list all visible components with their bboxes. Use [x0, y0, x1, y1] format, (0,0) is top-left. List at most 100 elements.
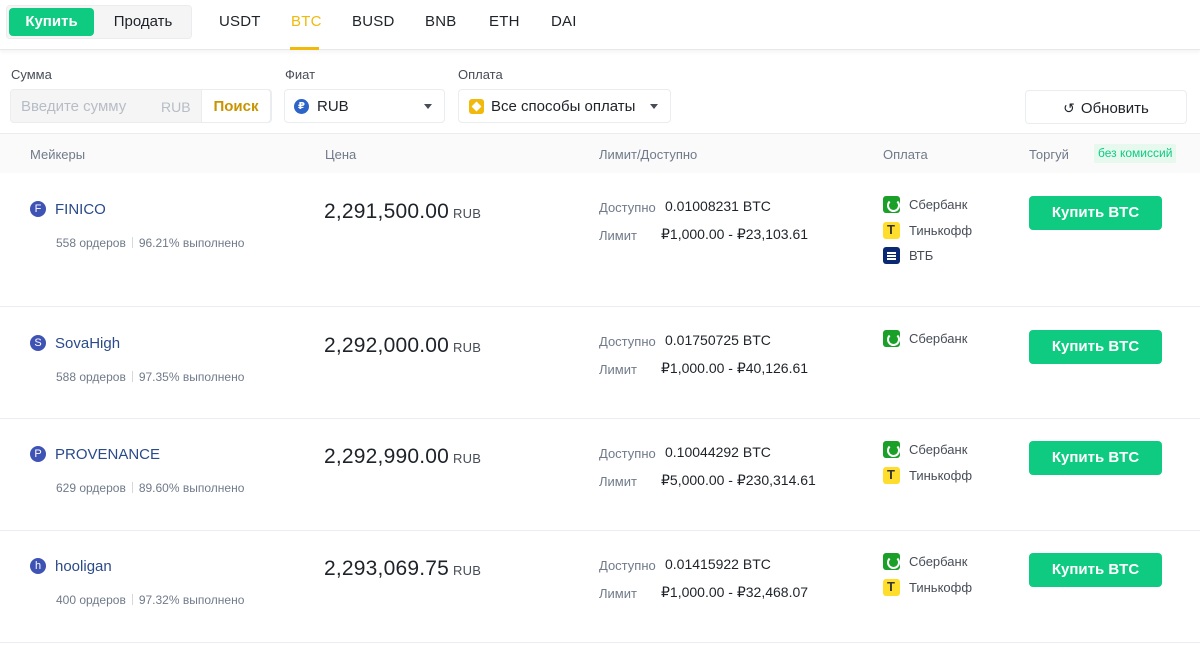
binance-icon: [469, 99, 484, 114]
buy-btc-button[interactable]: Купить BTC: [1029, 553, 1162, 587]
limit-label: Лимит: [599, 362, 637, 377]
order-count: 588 ордеров: [56, 370, 126, 384]
order-count: 400 ордеров: [56, 593, 126, 607]
tab-eth[interactable]: ETH: [489, 13, 520, 30]
header-price: Цена: [325, 147, 357, 162]
avatar: S: [30, 335, 46, 351]
chevron-down-icon: [650, 104, 658, 109]
maker-stats: 558 ордеров 96.21% выполнено: [56, 236, 244, 250]
zero-fee-badge: без комиссий: [1094, 144, 1177, 163]
header-limit: Лимит/Доступно: [599, 147, 698, 162]
refresh-label: Обновить: [1080, 100, 1149, 117]
payment-label: Оплата: [458, 67, 503, 82]
sell-toggle-button[interactable]: Продать: [97, 8, 189, 36]
price-value: 2,292,990.00: [324, 445, 450, 468]
price-value: 2,292,000.00: [324, 334, 450, 357]
available-label: Доступно: [599, 558, 656, 573]
buy-sell-toggle: Купить Продать: [6, 5, 192, 39]
price: 2,291,500.00 RUB: [324, 200, 481, 224]
order-count: 629 ордеров: [56, 481, 126, 495]
tab-usdt[interactable]: USDT: [219, 13, 261, 30]
table-row: h hooligan 400 ордеров 97.32% выполнено 2…: [0, 531, 1200, 643]
price-unit: RUB: [453, 563, 482, 578]
maker-name[interactable]: PROVENANCE: [55, 446, 160, 463]
maker-stats: 588 ордеров 97.35% выполнено: [56, 370, 244, 384]
maker-stats: 629 ордеров 89.60% выполнено: [56, 481, 244, 495]
order-count: 558 ордеров: [56, 236, 126, 250]
available-value: 0.01008231 BTC: [665, 198, 771, 214]
available-label: Доступно: [599, 334, 656, 349]
completion-rate: 96.21% выполнено: [138, 236, 245, 250]
sberbank-icon: [883, 330, 900, 347]
tab-bnb[interactable]: BNB: [425, 13, 456, 30]
tab-dai[interactable]: DAI: [551, 13, 577, 30]
table-row: S SovaHigh 588 ордеров 97.35% выполнено 2…: [0, 307, 1200, 419]
refresh-button[interactable]: ↺ Обновить: [1025, 90, 1187, 124]
price: 2,293,069.75 RUB: [324, 557, 481, 581]
available-label: Доступно: [599, 446, 656, 461]
completion-rate: 97.32% выполнено: [138, 593, 245, 607]
completion-rate: 89.60% выполнено: [138, 481, 245, 495]
price-unit: RUB: [453, 206, 482, 221]
fiat-label: Фиат: [285, 67, 316, 82]
limit-label: Лимит: [599, 228, 637, 243]
amount-field[interactable]: Введите сумму RUB Поиск: [10, 89, 272, 123]
amount-label: Сумма: [11, 67, 52, 82]
buy-btc-button[interactable]: Купить BTC: [1029, 196, 1162, 230]
filter-bar: Сумма Введите сумму RUB Поиск Фиат ₽ RUB…: [0, 51, 1200, 133]
limit-value: ₽1,000.00 - ₽32,468.07: [661, 584, 809, 600]
tab-busd[interactable]: BUSD: [352, 13, 394, 30]
available-label: Доступно: [599, 200, 656, 215]
tinkoff-icon: [883, 467, 900, 484]
payment-select[interactable]: Все способы оплаты: [458, 89, 671, 123]
payment-selected-value: Все способы оплаты: [491, 98, 636, 115]
fiat-selected-value: RUB: [317, 98, 349, 115]
amount-input[interactable]: Введите сумму: [21, 98, 126, 115]
amount-unit: RUB: [161, 99, 191, 115]
limit-value: ₽5,000.00 - ₽230,314.61: [661, 472, 816, 488]
header-trade: Торгуй: [1029, 147, 1069, 162]
available-value: 0.10044292 BTC: [665, 444, 771, 460]
vtb-icon: [883, 247, 900, 264]
tab-btc[interactable]: BTC: [291, 13, 322, 30]
avatar: F: [30, 201, 46, 217]
maker-name[interactable]: FINICO: [55, 201, 106, 218]
avatar: h: [30, 558, 46, 574]
limit-value: ₽1,000.00 - ₽40,126.61: [661, 360, 809, 376]
fiat-select[interactable]: ₽ RUB: [284, 89, 445, 123]
limit-label: Лимит: [599, 586, 637, 601]
header-payment: Оплата: [883, 147, 928, 162]
active-tab-indicator: [290, 47, 319, 50]
buy-btc-button[interactable]: Купить BTC: [1029, 441, 1162, 475]
maker-stats: 400 ордеров 97.32% выполнено: [56, 593, 244, 607]
limit-label: Лимит: [599, 474, 637, 489]
available-value: 0.01750725 BTC: [665, 332, 771, 348]
refresh-icon: ↺: [1063, 100, 1075, 116]
table-header: Мейкеры Цена Лимит/Доступно Оплата Торгу…: [0, 133, 1200, 173]
price-unit: RUB: [453, 340, 482, 355]
price: 2,292,990.00 RUB: [324, 445, 481, 469]
price-value: 2,293,069.75: [324, 557, 450, 580]
available-value: 0.01415922 BTC: [665, 556, 771, 572]
completion-rate: 97.35% выполнено: [138, 370, 245, 384]
limit-value: ₽1,000.00 - ₽23,103.61: [661, 226, 809, 242]
tinkoff-icon: [883, 579, 900, 596]
ruble-coin-icon: ₽: [294, 99, 309, 114]
price-value: 2,291,500.00: [324, 200, 450, 223]
table-row: P PROVENANCE 629 ордеров 89.60% выполнено…: [0, 419, 1200, 531]
avatar: P: [30, 446, 46, 462]
buy-toggle-button[interactable]: Купить: [9, 8, 94, 36]
maker-name[interactable]: hooligan: [55, 558, 112, 575]
maker-name[interactable]: SovaHigh: [55, 335, 120, 352]
search-button[interactable]: Поиск: [201, 89, 271, 123]
sberbank-icon: [883, 196, 900, 213]
price: 2,292,000.00 RUB: [324, 334, 481, 358]
tinkoff-icon: [883, 222, 900, 239]
buy-btc-button[interactable]: Купить BTC: [1029, 330, 1162, 364]
sberbank-icon: [883, 441, 900, 458]
top-bar: Купить Продать USDT BTC BUSD BNB ETH DAI: [0, 0, 1200, 50]
chevron-down-icon: [424, 104, 432, 109]
header-makers: Мейкеры: [30, 147, 86, 162]
price-unit: RUB: [453, 451, 482, 466]
table-row: F FINICO 558 ордеров 96.21% выполнено 2,2…: [0, 173, 1200, 307]
